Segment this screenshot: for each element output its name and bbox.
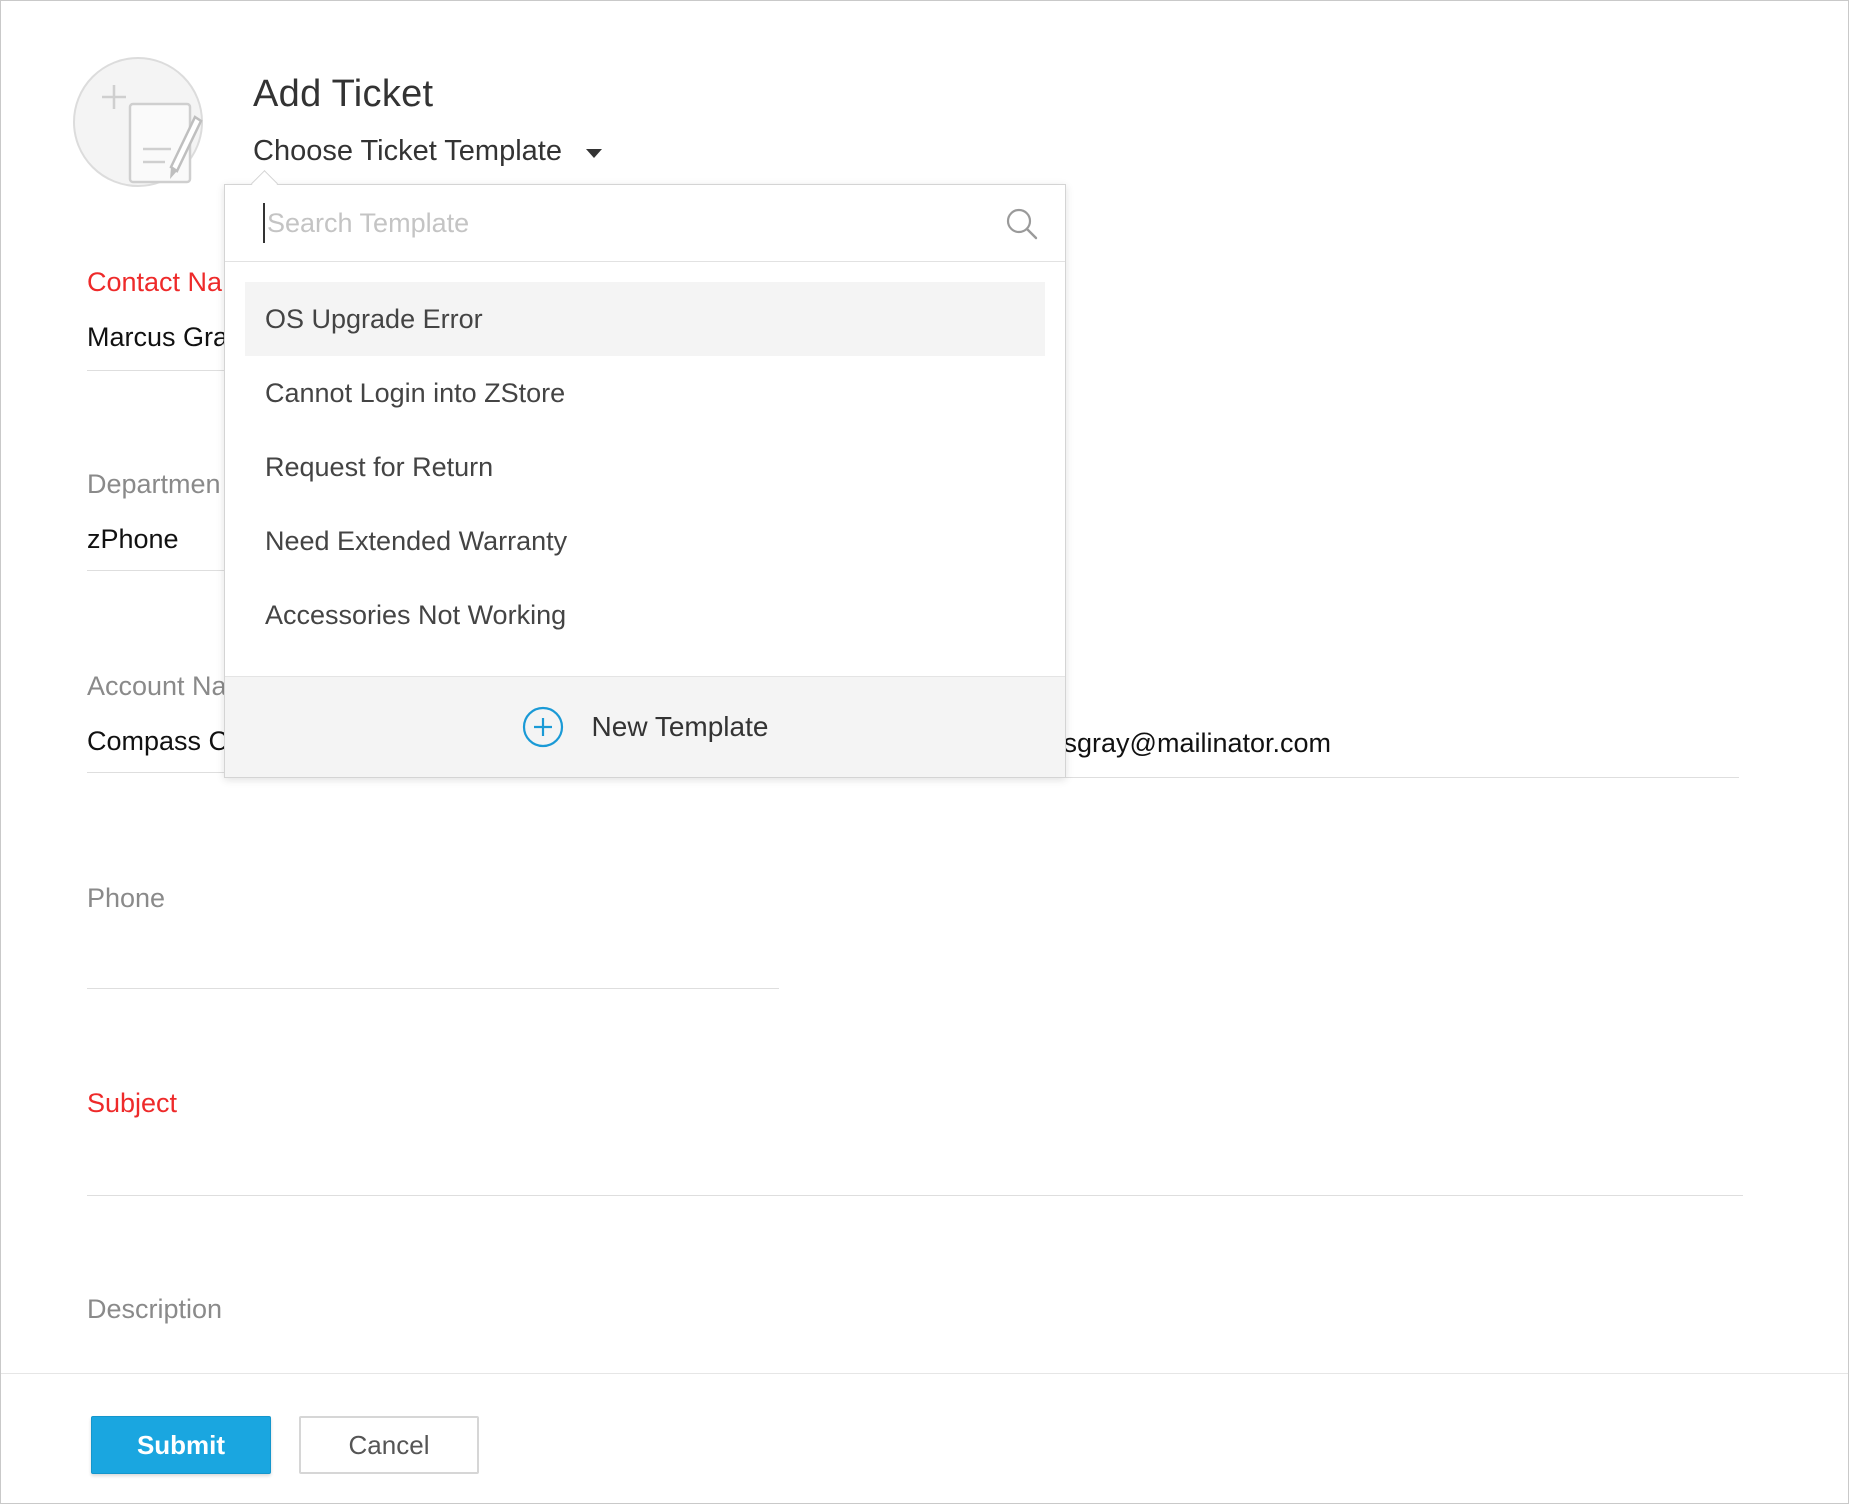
subject-label: Subject xyxy=(87,1088,178,1118)
template-dropdown-panel: OS Upgrade Error Cannot Login into ZStor… xyxy=(224,170,1066,778)
choose-template-dropdown[interactable]: Choose Ticket Template xyxy=(253,135,602,168)
add-circle-icon xyxy=(522,706,563,748)
description-label: Description xyxy=(87,1294,223,1324)
field-underline xyxy=(87,988,779,989)
email-value[interactable]: arcusgray@mailinator.com xyxy=(1011,728,1739,762)
ticket-document-icon xyxy=(102,85,203,184)
email-field[interactable]: mail arcusgray@mailinator.com xyxy=(1011,671,1739,779)
template-item[interactable]: Cannot Login into ZStore xyxy=(245,356,1045,430)
template-list: OS Upgrade Error Cannot Login into ZStor… xyxy=(245,282,1045,652)
page-title: Add Ticket xyxy=(253,73,434,115)
template-item[interactable]: Accessories Not Working xyxy=(245,578,1045,652)
email-label: mail xyxy=(1011,671,1739,702)
cancel-button[interactable]: Cancel xyxy=(299,1416,479,1474)
new-template-label: New Template xyxy=(591,711,769,742)
ticket-avatar xyxy=(73,57,203,187)
new-template-button[interactable]: New Template xyxy=(225,676,1065,777)
template-item[interactable]: Need Extended Warranty xyxy=(245,504,1045,578)
add-ticket-window: Add Ticket Choose Ticket Template Contac… xyxy=(0,0,1849,1504)
caret-down-icon[interactable] xyxy=(585,149,602,158)
subject-field[interactable]: Subject xyxy=(87,1088,1743,1196)
field-underline xyxy=(87,1195,1743,1196)
template-item[interactable]: Request for Return xyxy=(245,430,1045,504)
phone-label: Phone xyxy=(87,883,166,913)
template-item[interactable]: OS Upgrade Error xyxy=(245,282,1045,356)
subject-value[interactable] xyxy=(87,1143,1743,1177)
submit-button[interactable]: Submit xyxy=(91,1416,271,1474)
phone-field[interactable]: Phone xyxy=(87,883,779,989)
form-footer: Submit Cancel xyxy=(1,1373,1848,1503)
template-search-input[interactable] xyxy=(263,203,967,243)
field-underline xyxy=(1011,777,1739,778)
template-search-row xyxy=(225,185,1065,262)
phone-value[interactable] xyxy=(87,938,779,972)
choose-template-label: Choose Ticket Template xyxy=(253,135,562,167)
search-icon[interactable] xyxy=(1005,207,1039,241)
description-field[interactable]: Description xyxy=(87,1294,779,1344)
